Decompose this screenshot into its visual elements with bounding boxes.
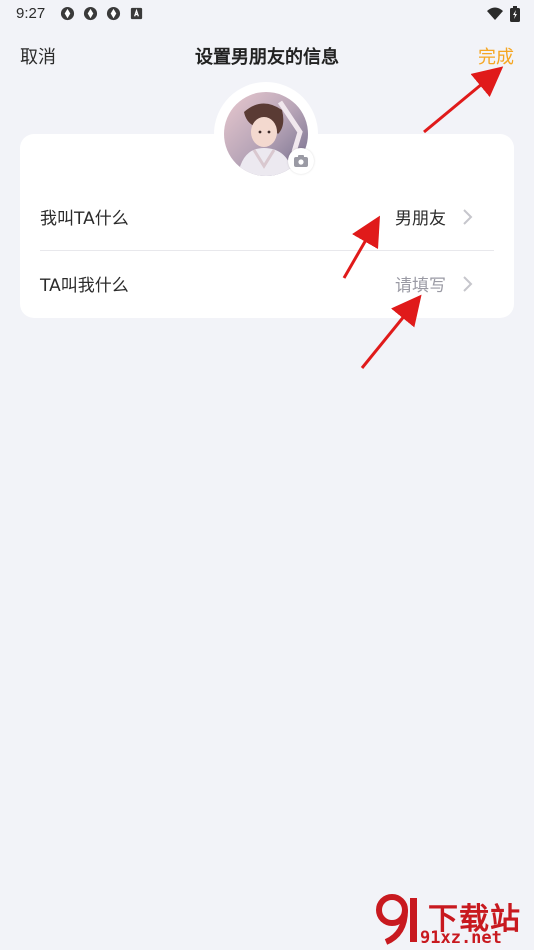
wifi-icon: [487, 7, 503, 20]
aperture-icon: [60, 6, 75, 21]
row-what-ta-calls-me[interactable]: TA叫我什么 请填写: [20, 251, 494, 317]
avatar-container[interactable]: [214, 82, 318, 186]
row-value-placeholder: 请填写: [395, 276, 446, 296]
chevron-right-icon: [463, 209, 473, 225]
done-button[interactable]: 完成: [478, 43, 514, 69]
page-title: 设置男朋友的信息: [195, 47, 339, 68]
chevron-right-icon: [463, 276, 473, 292]
watermark-91-icon: [376, 894, 417, 945]
camera-icon: [294, 155, 308, 167]
header-bar: 取消 设置男朋友的信息 完成: [0, 36, 534, 74]
row-label: TA叫我什么: [40, 276, 129, 296]
battery-icon: [510, 6, 520, 22]
watermark-brand-bottom: 91xz.net: [420, 928, 502, 948]
row-value: 男朋友: [395, 209, 446, 229]
change-avatar-button[interactable]: [288, 148, 314, 174]
status-bar: 9:27: [0, 0, 534, 28]
watermark-logo: 下载站 91xz.net: [376, 892, 526, 948]
keyboard-icon: [130, 7, 143, 20]
aperture-icon: [83, 6, 98, 21]
status-notification-icons: [60, 6, 144, 21]
row-label: 我叫TA什么: [40, 209, 129, 229]
arrow-to-done: [423, 66, 504, 134]
status-time: 9:27: [16, 5, 46, 22]
status-system-icons: [486, 6, 520, 22]
row-what-i-call-ta[interactable]: 我叫TA什么 男朋友: [20, 184, 494, 250]
aperture-icon: [106, 6, 121, 21]
